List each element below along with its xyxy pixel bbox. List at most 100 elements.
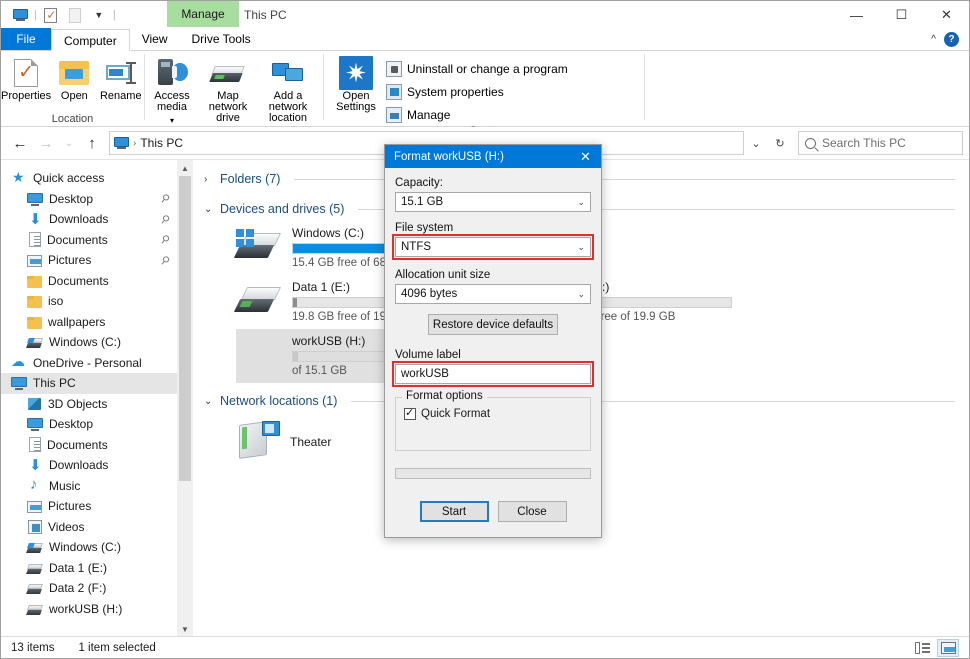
sidebar-item-3d-objects[interactable]: 3D Objects <box>1 394 177 415</box>
sidebar-item-wallpapers[interactable]: wallpapers <box>1 312 177 333</box>
sidebar-item-documents[interactable]: Documents <box>1 435 177 456</box>
new-folder-icon[interactable] <box>64 4 86 26</box>
folder-icon <box>27 296 42 309</box>
properties-button[interactable]: Properties <box>1 55 51 102</box>
sidebar-item-onedrive-personal[interactable]: OneDrive - Personal <box>1 353 177 374</box>
manage-button[interactable]: Manage <box>386 105 568 125</box>
ribbon-group-location: Properties Open Rename Location <box>1 51 144 127</box>
rename-button[interactable]: Rename <box>98 55 144 102</box>
sidebar-item-data-1-e[interactable]: Data 1 (E:) <box>1 558 177 579</box>
sidebar-item-label: Documents <box>47 232 108 247</box>
scroll-up-arrow[interactable]: ▲ <box>177 160 193 176</box>
close-button[interactable]: ✕ <box>924 1 969 29</box>
tab-drive-tools[interactable]: Drive Tools <box>179 28 262 50</box>
open-settings-button[interactable]: Open Settings <box>332 55 380 113</box>
format-progress-bar <box>395 468 591 479</box>
chevron-down-icon[interactable]: ⌄ <box>744 131 768 155</box>
add-network-location-button[interactable]: Add a network location <box>257 55 319 124</box>
sidebar-item-workusb-h[interactable]: workUSB (H:) <box>1 599 177 620</box>
manage-label: Manage <box>407 108 451 122</box>
map-network-drive-button[interactable]: Map network drive ▾ <box>199 55 257 137</box>
details-view-button[interactable] <box>911 639 933 657</box>
large-icons-view-button[interactable] <box>937 638 959 657</box>
search-input[interactable]: Search This PC <box>798 131 963 155</box>
sidebar-item-desktop[interactable]: Desktop ⚲ <box>1 189 177 210</box>
file-system-select[interactable]: NTFS ⌄ <box>392 234 594 260</box>
scroll-down-arrow[interactable]: ▼ <box>177 621 193 637</box>
restore-device-defaults-button[interactable]: Restore device defaults <box>428 314 558 335</box>
sidebar-item-documents[interactable]: Documents <box>1 271 177 292</box>
sidebar-item-this-pc[interactable]: This PC <box>1 373 177 394</box>
chevron-down-icon[interactable]: ⌄ <box>577 242 585 253</box>
sidebar-item-windows-c[interactable]: Windows (C:) <box>1 332 177 353</box>
access-media-button[interactable]: Access media ▾ <box>145 55 199 126</box>
search-placeholder: Search This PC <box>822 136 906 150</box>
forward-button[interactable]: → <box>33 130 59 156</box>
start-button[interactable]: Start <box>419 501 489 522</box>
scrollbar-thumb[interactable] <box>179 176 191 481</box>
sidebar-item-quick-access[interactable]: Quick access <box>1 168 177 189</box>
sidebar-item-music[interactable]: Music <box>1 476 177 497</box>
open-button[interactable]: Open <box>51 55 97 102</box>
maximize-button[interactable]: ☐ <box>879 1 924 29</box>
tab-file[interactable]: File <box>1 28 51 50</box>
sidebar-item-label: Desktop <box>49 191 94 206</box>
chevron-down-icon[interactable]: ⌄ <box>204 396 214 407</box>
properties-icon[interactable] <box>40 4 62 26</box>
contextual-tab-manage[interactable]: Manage <box>167 1 239 27</box>
chevron-down-icon[interactable]: ⌄ <box>577 197 585 208</box>
pin-icon[interactable]: ⚲ <box>158 191 173 206</box>
sidebar-item-downloads[interactable]: Downloads ⚲ <box>1 209 177 230</box>
sidebar-item-documents[interactable]: Documents ⚲ <box>1 230 177 251</box>
pin-icon[interactable]: ⚲ <box>158 232 173 247</box>
navigation-pane-scrollbar[interactable]: ▲ ▼ <box>177 160 193 637</box>
chevron-down-icon[interactable]: ⌄ <box>204 204 214 215</box>
dialog-body: Capacity: 15.1 GB ⌄ File system NTFS ⌄ A… <box>385 168 601 522</box>
sidebar-item-pictures[interactable]: Pictures <box>1 496 177 517</box>
breadcrumb[interactable]: This PC <box>140 136 183 150</box>
sidebar-item-label: workUSB (H:) <box>49 601 123 616</box>
dialog-title-bar: Format workUSB (H:) ✕ <box>385 145 601 168</box>
quick-access-toolbar: | ▼ | <box>1 1 117 29</box>
chevron-down-icon[interactable]: ▾ <box>170 115 174 126</box>
pin-icon[interactable]: ⚲ <box>158 253 173 267</box>
pin-icon[interactable]: ⚲ <box>158 212 173 226</box>
ribbon-right-controls: ^ ? <box>931 28 969 50</box>
uninstall-program-button[interactable]: Uninstall or change a program <box>386 59 568 79</box>
allocation-unit-size-select[interactable]: 4096 bytes ⌄ <box>395 284 591 304</box>
minimize-button[interactable]: — <box>834 1 879 29</box>
close-button[interactable]: Close <box>497 501 567 522</box>
this-pc-icon[interactable] <box>9 4 31 26</box>
capacity-select[interactable]: 15.1 GB ⌄ <box>395 192 591 212</box>
quick-format-checkbox[interactable] <box>404 406 416 420</box>
this-pc-icon <box>11 375 27 391</box>
sidebar-item-iso[interactable]: iso <box>1 291 177 312</box>
navigation-pane[interactable]: Quick access Desktop ⚲ Downloads ⚲ Documents ⚲… <box>1 160 177 637</box>
sidebar-item-videos[interactable]: Videos <box>1 517 177 538</box>
manage-icon <box>386 107 402 123</box>
sidebar-item-data-2-f[interactable]: Data 2 (F:) <box>1 578 177 599</box>
group-label-location: Location <box>51 113 94 125</box>
quick-format-row[interactable]: Quick Format <box>404 406 582 420</box>
tab-view[interactable]: View <box>130 28 180 50</box>
volume-label-input[interactable]: workUSB <box>392 361 594 387</box>
folder-icon <box>27 316 42 329</box>
title-bar: | ▼ | Manage This PC — ☐ ✕ <box>1 1 969 29</box>
up-button[interactable]: ↑ <box>79 130 105 156</box>
recent-locations-button[interactable]: ⌄ <box>59 130 79 156</box>
caret-up-icon[interactable]: ^ <box>931 34 936 45</box>
tab-computer[interactable]: Computer <box>51 29 130 51</box>
sidebar-item-windows-c[interactable]: Windows (C:) <box>1 537 177 558</box>
system-properties-button[interactable]: System properties <box>386 82 568 102</box>
drive-windows-icon <box>26 543 43 554</box>
back-button[interactable]: ← <box>7 130 33 156</box>
refresh-icon[interactable]: ↻ <box>768 131 792 155</box>
chevron-right-icon[interactable]: › <box>204 174 214 185</box>
sidebar-item-pictures[interactable]: Pictures ⚲ <box>1 250 177 271</box>
chevron-down-icon[interactable]: ▼ <box>88 4 110 26</box>
help-icon[interactable]: ? <box>944 31 959 47</box>
sidebar-item-desktop[interactable]: Desktop <box>1 414 177 435</box>
sidebar-item-downloads[interactable]: Downloads <box>1 455 177 476</box>
close-icon[interactable]: ✕ <box>570 145 601 168</box>
chevron-down-icon[interactable]: ⌄ <box>577 289 585 300</box>
